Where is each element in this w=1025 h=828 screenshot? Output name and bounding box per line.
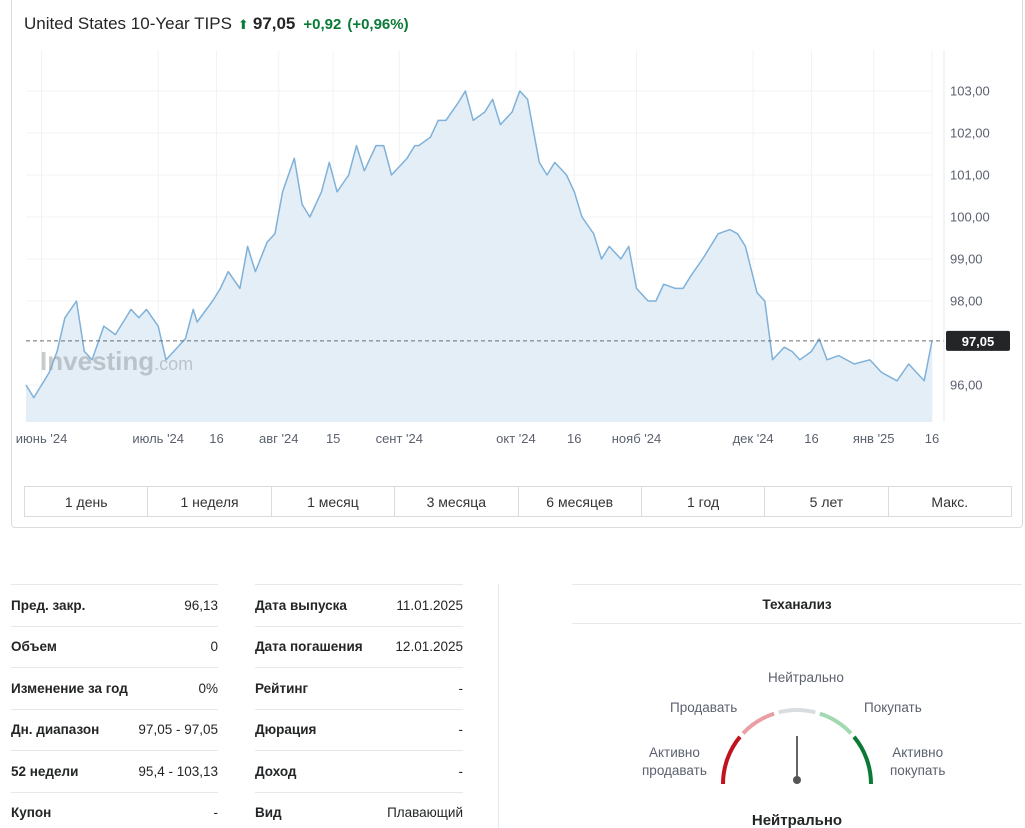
stat-label: Вид — [255, 805, 282, 821]
chart-card: United States 10-Year TIPS ⬆ 97,05 +0,92… — [11, 0, 1023, 528]
range-button[interactable]: 5 лет — [765, 487, 889, 516]
range-button[interactable]: 1 день — [25, 487, 149, 516]
stat-row: Купон - — [11, 791, 219, 828]
stat-label: Рейтинг — [255, 680, 309, 696]
stat-row: Дюрация - — [255, 708, 464, 751]
x-tick-label: сент '24 — [376, 431, 423, 446]
stat-value: 97,05 - 97,05 — [138, 722, 218, 738]
y-tick-label: 102,00 — [950, 126, 990, 141]
x-tick-label: нояб '24 — [612, 431, 661, 446]
x-tick-label: авг '24 — [259, 431, 298, 446]
x-tick-label: дек '24 — [733, 431, 774, 446]
gauge-pivot — [793, 776, 801, 784]
stat-value: - — [213, 805, 219, 821]
gauge-label-strong-buy: Активно покупать — [890, 744, 945, 780]
gauge-label-neutral: Нейтрально — [768, 670, 844, 685]
tech-analysis-result: Нейтрально — [751, 812, 843, 828]
stat-label: Дата выпуска — [255, 597, 347, 613]
y-tick-label: 96,00 — [950, 378, 983, 393]
stat-row: Дата погашения 12.01.2025 — [255, 625, 463, 668]
gauge-segment-neutral — [778, 708, 816, 715]
x-tick-label: 15 — [326, 431, 340, 446]
stat-value: - — [458, 722, 464, 738]
stat-value: Плавающий — [387, 805, 463, 821]
stat-label: Купон — [11, 805, 52, 821]
strong-sell-line-1: Активно — [648, 745, 700, 760]
y-tick-label: 98,00 — [950, 294, 983, 309]
y-tick-label: 99,00 — [950, 252, 983, 267]
x-tick-label: 16 — [925, 431, 939, 446]
range-button[interactable]: 3 месяца — [395, 487, 519, 516]
strong-buy-line-1: Активно — [892, 745, 944, 760]
x-tick-label: июнь '24 — [16, 431, 68, 446]
stat-label: Дюрация — [255, 722, 317, 738]
stat-value: 12.01.2025 — [395, 639, 463, 655]
range-button[interactable]: 1 год — [641, 487, 766, 516]
x-tick-label: 16 — [804, 431, 818, 446]
stat-label: Дата погашения — [255, 639, 363, 655]
y-tick-label: 103,00 — [950, 84, 990, 99]
gauge-label-buy: Покупать — [864, 700, 922, 715]
x-tick-label: 16 — [209, 431, 223, 446]
sentiment-gauge — [721, 708, 873, 785]
y-tick-label: 101,00 — [950, 168, 990, 183]
strong-buy-line-2: покупать — [890, 763, 946, 778]
gauge-label-sell: Продавать — [670, 700, 738, 715]
stat-row: Рейтинг - — [255, 667, 463, 709]
stat-row: 52 недели 95,4 - 103,13 — [11, 750, 218, 792]
stat-value: 96,13 — [184, 597, 218, 613]
gauge-segment-strong-sell — [721, 735, 742, 785]
stat-label: 52 недели — [11, 763, 79, 779]
range-button[interactable]: 1 неделя — [148, 487, 272, 516]
stat-label: Доход — [255, 763, 297, 779]
range-button[interactable]: 1 месяц — [271, 487, 396, 516]
y-tick-label: 100,00 — [950, 210, 990, 225]
stat-value: - — [458, 763, 464, 779]
stat-row: Дата выпуска 11.01.2025 — [255, 584, 463, 626]
stat-value: 0% — [198, 680, 218, 696]
gauge-segment-sell — [741, 711, 775, 735]
range-button[interactable]: 6 месяцев — [518, 487, 642, 516]
stat-row: Доход - — [255, 750, 463, 792]
time-range-selector: 1 день 1 неделя 1 месяц 3 месяца 6 месяцев 1 … — [24, 486, 1012, 517]
tech-analysis-title: Теханализ — [572, 584, 1022, 624]
stat-value: 11.01.2025 — [396, 597, 463, 613]
x-tick-label: 16 — [567, 431, 581, 446]
x-tick-label: июль '24 — [132, 431, 184, 446]
gauge-segment-buy — [819, 711, 853, 735]
stats-column-right: Дата выпуска 11.01.2025 Дата погашения 12.0… — [255, 584, 463, 828]
column-divider — [498, 584, 499, 828]
stat-row: Изменение за год 0% — [11, 667, 218, 709]
investing-watermark: Investing.com — [40, 346, 193, 376]
range-button[interactable]: Макс. — [888, 487, 1011, 516]
gauge-segment-strong-buy — [852, 735, 873, 785]
stat-value: 95,4 - 103,13 — [138, 763, 218, 779]
stat-label: Изменение за год — [11, 680, 128, 696]
stat-label: Дн. диапазон — [11, 722, 100, 738]
stat-value: 0 — [210, 639, 218, 655]
stat-label: Объем — [11, 639, 57, 655]
stat-row: Дн. диапазон 97,05 - 97,05 — [11, 708, 218, 751]
stat-value: - — [458, 680, 464, 696]
x-tick-label: янв '25 — [853, 431, 895, 446]
current-price-label: 97,05 — [962, 334, 995, 349]
technical-analysis-panel: Теханализ Нейтрально Продавать Покупать … — [572, 584, 1022, 828]
stats-column-left: Пред. закр. 96,13 Объем 0 Изменение за год 0%… — [11, 584, 218, 828]
stat-label: Пред. закр. — [11, 597, 86, 613]
price-chart[interactable]: Investing.com 103,00 102,00 101,00 100,00 99,… — [12, 0, 1022, 460]
stat-row: Пред. закр. 96,13 — [11, 584, 218, 626]
stat-row: Объем 0 — [11, 625, 218, 668]
x-tick-label: окт '24 — [496, 431, 536, 446]
stat-row: Вид Плавающий — [255, 791, 463, 828]
gauge-label-strong-sell: Активно продавать — [642, 744, 707, 780]
strong-sell-line-2: продавать — [642, 763, 707, 778]
